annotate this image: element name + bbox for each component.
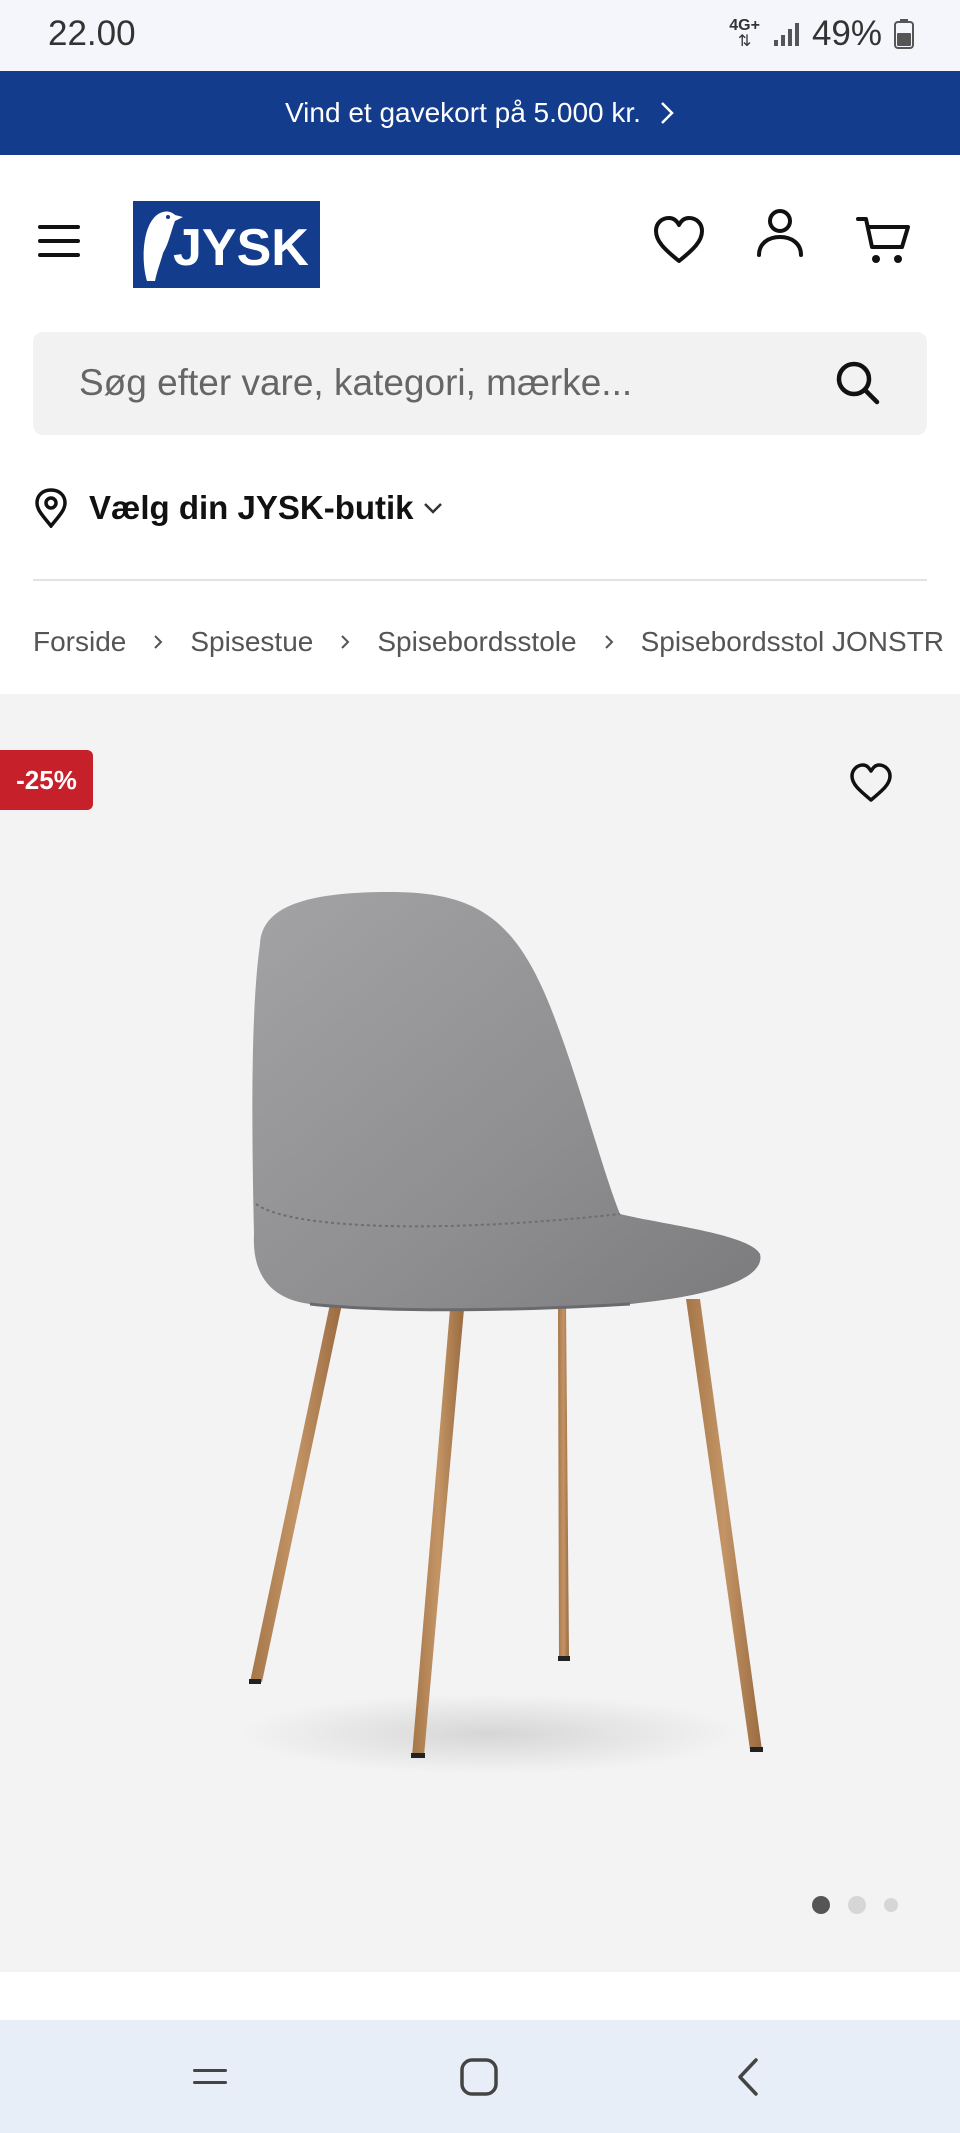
network-arrows-icon: ⇅	[737, 33, 752, 50]
back-icon[interactable]	[724, 2054, 774, 2100]
search-input[interactable]: Søg efter vare, kategori, mærke...	[79, 362, 632, 404]
breadcrumb-item[interactable]: Forside	[33, 626, 126, 658]
network-indicator: 4G+ ⇅	[729, 18, 760, 50]
user-icon[interactable]	[751, 205, 809, 263]
chevron-right-icon	[603, 633, 615, 651]
signal-icon	[773, 23, 799, 46]
chevron-right-icon	[152, 633, 164, 651]
breadcrumb-current: Spisebordsstol JONSTR	[640, 626, 945, 657]
product-image	[240, 892, 763, 1774]
store-selector[interactable]: Vælg din JYSK-butik	[33, 482, 444, 534]
site-header: JYSK	[0, 155, 960, 330]
add-to-wishlist-heart-icon[interactable]	[848, 760, 894, 806]
breadcrumb-item[interactable]: Spisestue	[190, 626, 313, 658]
status-time: 22.00	[48, 14, 136, 53]
jysk-logo[interactable]: JYSK	[133, 201, 320, 288]
divider	[33, 579, 927, 581]
store-selector-label: Vælg din JYSK-butik	[89, 489, 414, 526]
network-type: 4G+	[729, 17, 760, 34]
pagination-dot[interactable]	[848, 1896, 866, 1914]
image-pagination	[812, 1896, 898, 1914]
home-icon[interactable]	[454, 2054, 504, 2100]
cart-icon[interactable]	[854, 211, 912, 269]
system-nav-bar	[0, 2020, 960, 2133]
pagination-dot-active[interactable]	[812, 1896, 830, 1914]
status-right: 4G+ ⇅ 49%	[729, 14, 914, 54]
heart-icon[interactable]	[650, 211, 708, 269]
jysk-bird-logo-icon: JYSK	[143, 211, 309, 281]
promo-banner[interactable]: Vind et gavekort på 5.000 kr.	[0, 71, 960, 155]
logo-text: JYSK	[173, 219, 309, 277]
chevron-down-icon	[423, 503, 442, 514]
product-gallery[interactable]: -25%	[0, 694, 960, 1972]
search-icon[interactable]	[833, 358, 883, 408]
battery-level: 49%	[811, 14, 882, 53]
location-pin-icon	[35, 488, 67, 528]
chevron-right-icon	[661, 102, 674, 124]
promo-text: Vind et gavekort på 5.000 kr.	[285, 97, 641, 128]
menu-icon[interactable]	[36, 221, 84, 261]
status-bar: 22.00 4G+ ⇅ 49%	[0, 0, 960, 71]
chevron-right-icon	[339, 633, 351, 651]
battery-icon	[894, 19, 914, 49]
recent-apps-icon[interactable]	[185, 2054, 235, 2100]
discount-badge: -25%	[0, 750, 93, 810]
search-bar[interactable]: Søg efter vare, kategori, mærke...	[33, 332, 927, 435]
pagination-dot[interactable]	[884, 1898, 898, 1912]
breadcrumb: Forside Spisestue Spisebordsstole Spiseb…	[33, 622, 960, 662]
breadcrumb-item[interactable]: Spisebordsstole	[377, 626, 576, 658]
